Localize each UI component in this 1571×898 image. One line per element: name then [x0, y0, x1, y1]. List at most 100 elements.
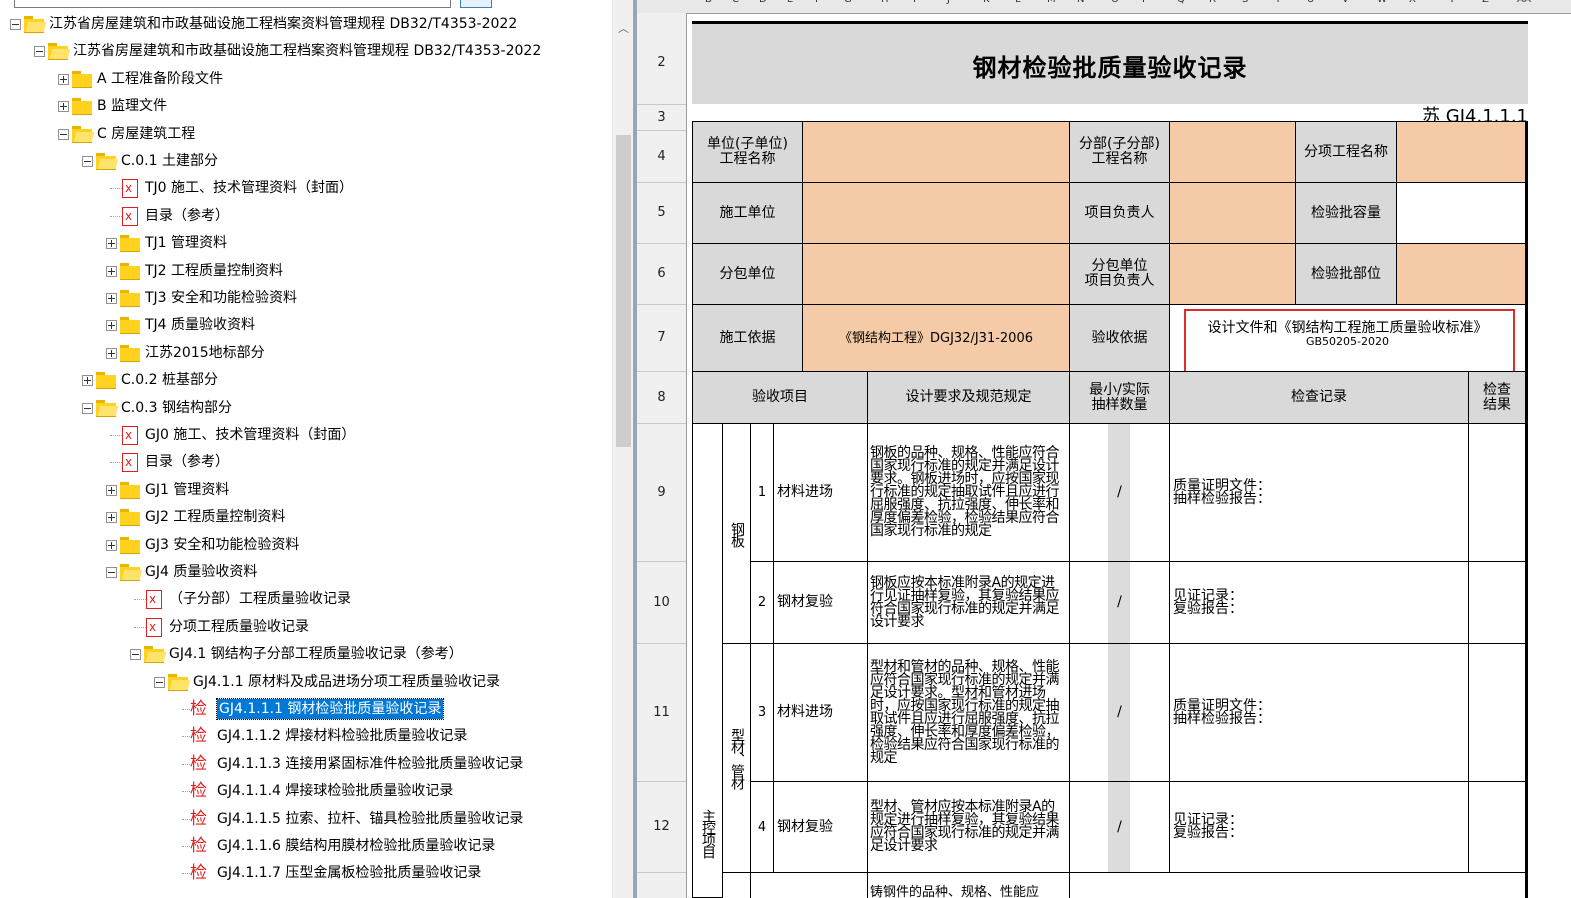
collapse-toggle-icon[interactable] [106, 567, 117, 578]
expand-toggle-icon[interactable] [106, 539, 117, 551]
cell-unit-name-value[interactable] [802, 121, 1070, 183]
collapse-toggle-icon[interactable] [58, 128, 69, 140]
cell-pm-label[interactable]: 项目负责人 [1069, 182, 1170, 244]
column-letter[interactable]: AA [1517, 0, 1531, 5]
cell-sub-name-label[interactable]: 分部(子分部) 工程名称 [1069, 121, 1170, 183]
collapse-toggle-icon[interactable] [154, 676, 165, 688]
cell-accept-basis-label[interactable]: 验收依据 [1069, 304, 1170, 372]
column-letter[interactable]: V [1342, 0, 1349, 5]
cell-capacity-value[interactable] [1396, 182, 1528, 244]
collapse-toggle-icon[interactable] [34, 46, 45, 58]
expand-toggle-icon[interactable] [106, 512, 117, 524]
column-letter[interactable]: R [1209, 0, 1216, 5]
column-letter[interactable]: E [787, 0, 793, 5]
item-number[interactable]: 2 [750, 561, 774, 644]
item-requirement[interactable]: 型材和管材的品种、规格、性能应符合国家现行标准的规定并满足设计要求。型材和管材进… [867, 643, 1070, 782]
column-letter[interactable]: G [844, 0, 852, 5]
tree-item[interactable]: 检 GJ4.1.1.3 连接用紧固标准件检验批质量验收记录 [0, 751, 612, 778]
column-letter[interactable]: X [1409, 0, 1416, 5]
cell-unit-name-label[interactable]: 单位(子单位) 工程名称 [692, 121, 803, 183]
item-name[interactable]: 材料进场 [773, 423, 868, 562]
tree-vertical-scrollbar[interactable]: ︿ [612, 0, 634, 898]
cell-item-name-label[interactable]: 分项工程名称 [1295, 121, 1397, 183]
collapse-toggle-icon[interactable] [10, 19, 21, 30]
tree-item[interactable]: TJ1 管理资料 [0, 230, 612, 257]
scroll-up-arrow-icon[interactable]: ︿ [618, 20, 629, 36]
collapse-toggle-icon[interactable] [82, 156, 93, 167]
tree-item[interactable]: C.0.3 钢结构部分 [0, 395, 612, 422]
column-letter[interactable]: Z [1482, 0, 1489, 5]
item-record[interactable]: 质量证明文件： 抽样检验报告： [1169, 643, 1469, 782]
item-name[interactable]: 钢材复验 [773, 561, 868, 644]
tree-item[interactable]: TJ0 施工、技术管理资料（封面） [0, 175, 612, 202]
item-result[interactable] [1468, 561, 1528, 644]
column-letter[interactable]: U [1307, 0, 1314, 5]
cell-basis-value[interactable]: 《钢结构工程》DGJ32/J31-2006 [802, 304, 1070, 372]
column-letter[interactable]: D [759, 0, 767, 5]
column-letter[interactable]: Q [1177, 0, 1185, 5]
column-letter[interactable]: L [1015, 0, 1021, 5]
tree-item[interactable]: 检 GJ4.1.1.1 钢材检验批质量验收记录 [0, 696, 612, 723]
item-result[interactable] [1468, 423, 1528, 562]
column-letter[interactable]: J [947, 0, 950, 5]
column-letter[interactable]: H [881, 0, 889, 5]
row-number[interactable]: 2 [637, 21, 686, 105]
row-number[interactable]: 3 [637, 104, 686, 131]
column-letter[interactable]: I [913, 0, 916, 5]
row-number[interactable]: 8 [637, 371, 686, 424]
row-number[interactable]: 6 [637, 243, 686, 305]
cell-sub-pm-value[interactable] [1169, 243, 1296, 305]
column-letter[interactable]: O [1111, 0, 1119, 5]
item-result[interactable] [1468, 643, 1528, 782]
item-requirement[interactable]: 钢板应按本标准附录A的规定进行见证抽样复验，其复验结果应符合国家现行标准的规定并… [867, 561, 1070, 644]
row-number[interactable]: 12 [637, 781, 686, 873]
column-letter[interactable]: T [1275, 0, 1281, 5]
item-record[interactable]: 质量证明文件： 抽样检验报告： [1169, 423, 1469, 562]
item-record[interactable]: 见证记录： 复验报告： [1169, 781, 1469, 873]
tree-search-input[interactable] [14, 0, 451, 8]
cell-sub-name-value[interactable] [1169, 121, 1296, 183]
tree-item[interactable]: C.0.2 桩基部分 [0, 367, 612, 394]
cell-subcontractor-label[interactable]: 分包单位 [692, 243, 803, 305]
cell-location-value[interactable] [1396, 243, 1528, 305]
tree-item[interactable]: 目录（参考） [0, 203, 612, 230]
collapse-toggle-icon[interactable] [130, 649, 141, 661]
cell-basis-label[interactable]: 施工依据 [692, 304, 803, 372]
tree-item[interactable]: 检 GJ4.1.1.5 拉索、拉杆、锚具检验批质量验收记录 [0, 806, 612, 833]
tree-item[interactable]: 目录（参考） [0, 449, 612, 476]
tree-item[interactable]: GJ0 施工、技术管理资料（封面） [0, 422, 612, 449]
cell-subcontractor-value[interactable] [802, 243, 1070, 305]
tree-item[interactable]: TJ4 质量验收资料 [0, 312, 612, 339]
tree-search-button[interactable] [460, 0, 492, 8]
tree-item[interactable]: 检 GJ4.1.1.7 压型金属板检验批质量验收记录 [0, 860, 612, 887]
expand-toggle-icon[interactable] [106, 238, 117, 250]
item-name[interactable]: 钢材复验 [773, 781, 868, 873]
tree-item[interactable]: 江苏省房屋建筑和市政基础设施工程档案资料管理规程 DB32/T4353-2022 [0, 11, 612, 38]
tree-item[interactable]: A 工程准备阶段文件 [0, 66, 612, 93]
expand-toggle-icon[interactable] [58, 101, 69, 113]
sheet-grid[interactable]: 钢材检验批质量验收记录 苏 GJ4.1.1.1 单位(子单位) 工程名称 分部(… [687, 13, 1571, 898]
item-result[interactable] [1468, 781, 1528, 873]
collapse-toggle-icon[interactable] [82, 402, 93, 414]
column-letter[interactable]: Y [1449, 0, 1455, 5]
column-letter[interactable]: W [1377, 0, 1387, 5]
tree-item[interactable]: GJ4.1.1 原材料及成品进场分项工程质量验收记录 [0, 669, 612, 696]
cell-sub-pm-label[interactable]: 分包单位 项目负责人 [1069, 243, 1170, 305]
item-record[interactable]: 见证记录： 复验报告： [1169, 561, 1469, 644]
expand-toggle-icon[interactable] [106, 347, 117, 359]
expand-toggle-icon[interactable] [82, 375, 93, 387]
tree-item[interactable]: 江苏省房屋建筑和市政基础设施工程档案资料管理规程 DB32/T4353-2022 [0, 38, 612, 65]
row-number[interactable]: 4 [637, 130, 686, 183]
column-letter[interactable]: N [1077, 0, 1084, 5]
cell-constructor-label[interactable]: 施工单位 [692, 182, 803, 244]
column-letter[interactable]: S [1242, 0, 1248, 5]
tree-item[interactable]: GJ1 管理资料 [0, 477, 612, 504]
row-number[interactable]: 7 [637, 304, 686, 372]
item-requirement[interactable]: 钢板的品种、规格、性能应符合国家现行标准的规定并满足设计要求。钢板进场时，应按国… [867, 423, 1070, 562]
cell-item-name-value[interactable] [1396, 121, 1528, 183]
tree-item[interactable]: GJ2 工程质量控制资料 [0, 504, 612, 531]
column-letter[interactable]: M [1047, 0, 1056, 5]
expand-toggle-icon[interactable] [106, 265, 117, 277]
column-letter[interactable]: K [983, 0, 990, 5]
cell-location-label[interactable]: 检验批部位 [1295, 243, 1397, 305]
